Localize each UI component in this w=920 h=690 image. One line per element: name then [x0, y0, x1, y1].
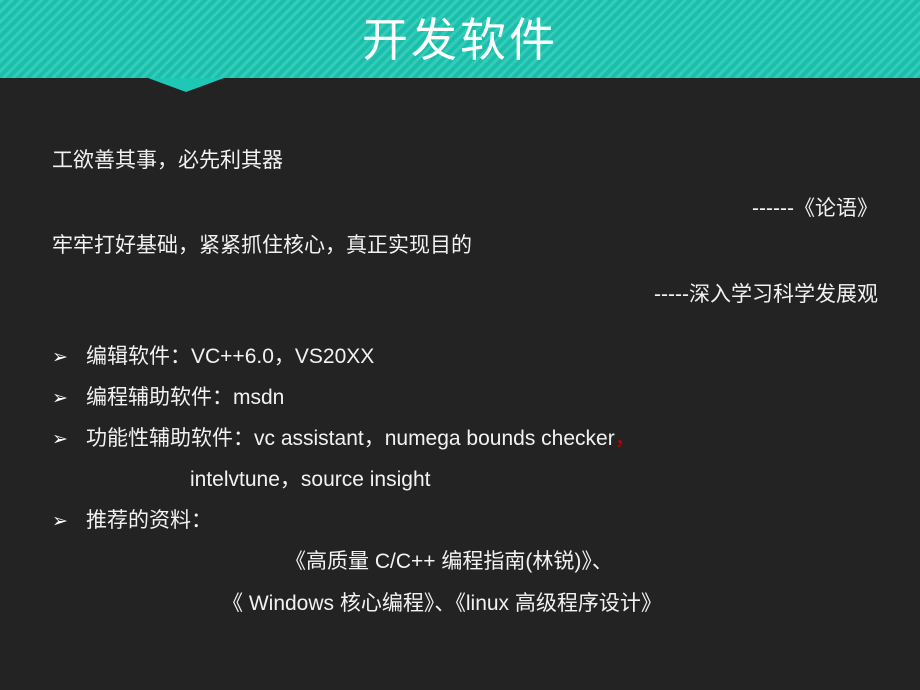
- reference-line-2: 《 Windows 核心编程》、《linux 高级程序设计》: [222, 592, 662, 615]
- bullet-label-msdn: 编程辅助软件：msdn: [86, 386, 285, 409]
- arrow-bullet-icon: ➢: [52, 388, 68, 409]
- red-comma-mark: ，: [614, 427, 636, 450]
- slide: 开发软件 工欲善其事，必先利其器 ------《论语》 牢牢打好基础，紧紧抓住核…: [0, 0, 920, 690]
- quote-attribution-2: -----深入学习科学发展观: [654, 283, 878, 306]
- arrow-bullet-icon: ➢: [52, 511, 68, 532]
- slide-body: 工欲善其事，必先利其器 ------《论语》 牢牢打好基础，紧紧抓住核心，真正实…: [0, 78, 920, 690]
- quote-attribution-1: ------《论语》: [752, 197, 878, 220]
- arrow-bullet-icon: ➢: [52, 347, 68, 368]
- bullet-item-msdn[interactable]: ➢ 编程辅助软件：msdn: [52, 385, 284, 412]
- header-notch-icon: [148, 78, 224, 92]
- reference-line-1: 《高质量 C/C++ 编程指南(林锐)》、: [285, 550, 613, 573]
- bullet-label-tools: 功能性辅助软件：vc assistant，numega bounds check…: [86, 427, 615, 450]
- bullet-continuation-tools: intelvtune，source insight: [190, 468, 431, 491]
- bullet-label-editors: 编辑软件：VC++6.0，VS20XX: [86, 345, 375, 368]
- bullet-label-references: 推荐的资料：: [86, 509, 212, 532]
- bullet-item-tools[interactable]: ➢ 功能性辅助软件：vc assistant，numega bounds che…: [52, 426, 636, 453]
- bullet-item-editors[interactable]: ➢ 编辑软件：VC++6.0，VS20XX: [52, 344, 374, 371]
- quote-line-2: 牢牢打好基础，紧紧抓住核心，真正实现目的: [52, 234, 472, 257]
- slide-title: 开发软件: [362, 14, 558, 66]
- arrow-bullet-icon: ➢: [52, 429, 68, 450]
- quote-line-1: 工欲善其事，必先利其器: [52, 149, 283, 172]
- bullet-item-references[interactable]: ➢ 推荐的资料：: [52, 508, 212, 535]
